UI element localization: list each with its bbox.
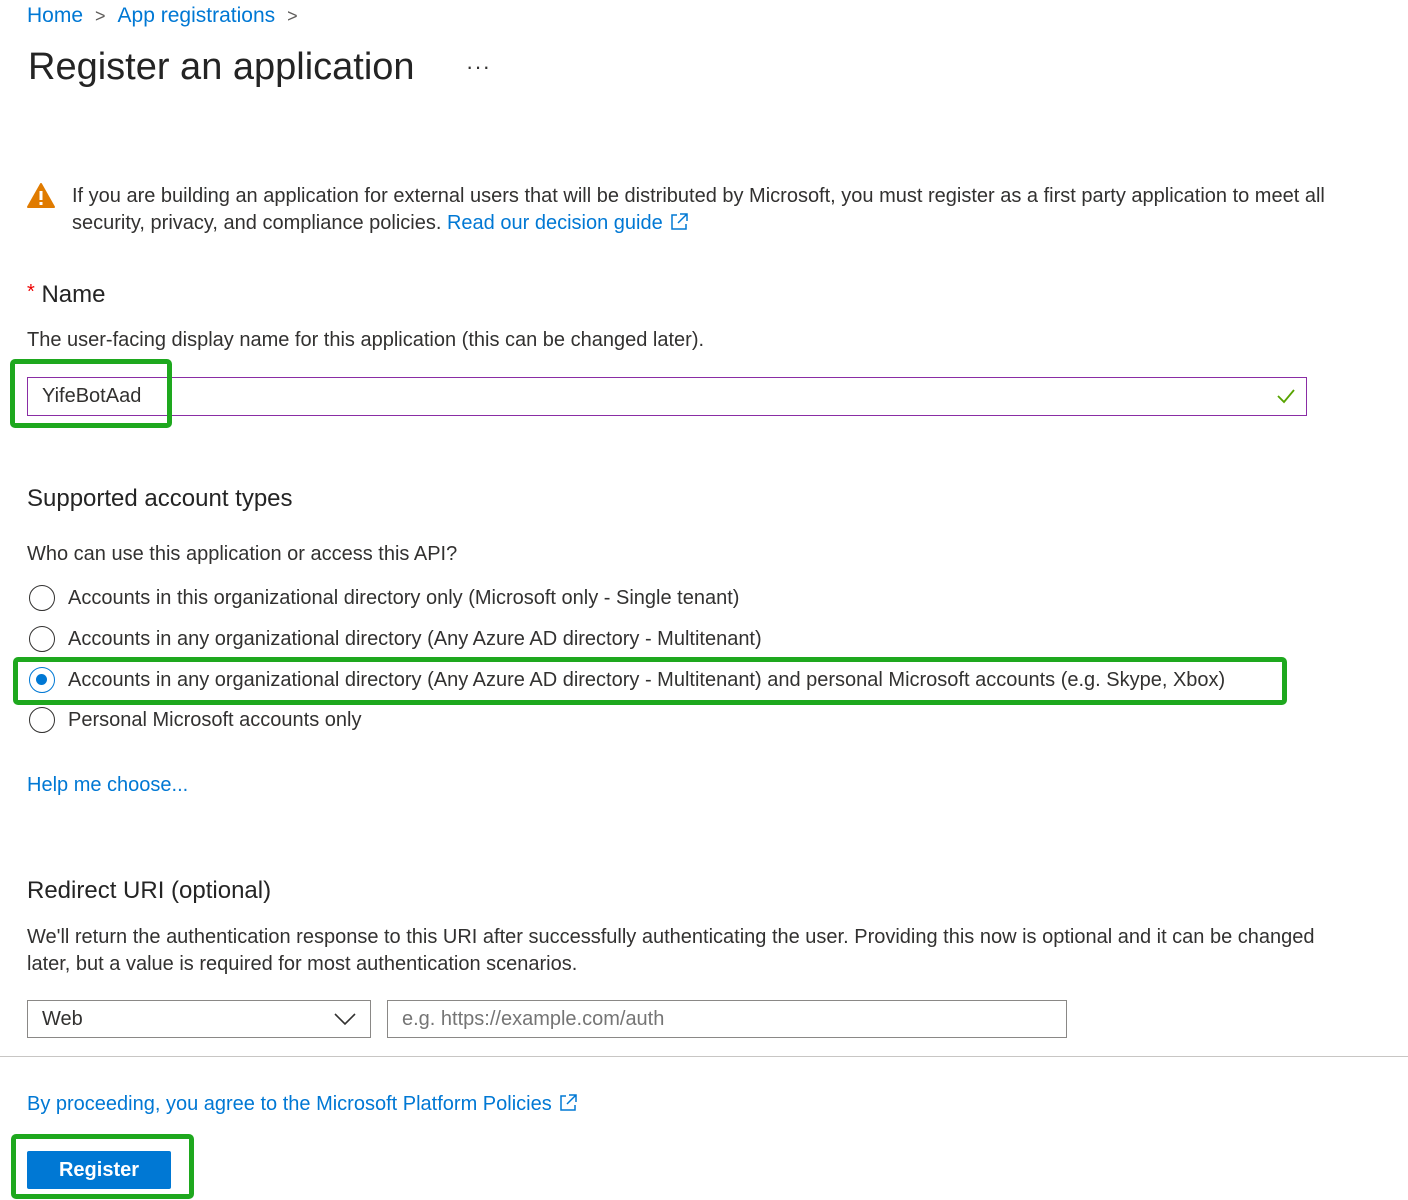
radio-label: Accounts in any organizational directory… (68, 627, 762, 650)
account-types-heading: Supported account types (27, 485, 293, 512)
chevron-down-icon (334, 1013, 356, 1026)
radio-circle[interactable] (29, 585, 55, 611)
name-label: * Name (27, 281, 106, 309)
radio-circle[interactable] (29, 707, 55, 733)
platform-policies-label: By proceeding, you agree to the Microsof… (27, 1093, 552, 1115)
breadcrumb-home[interactable]: Home (27, 4, 83, 28)
redirect-description: We'll return the authentication response… (27, 926, 1315, 975)
platform-value: Web (42, 1007, 83, 1030)
required-mark: * (27, 281, 35, 303)
radio-single-tenant[interactable]: Accounts in this organizational director… (29, 585, 739, 611)
platform-select[interactable]: Web (27, 1000, 371, 1038)
external-link-icon (670, 213, 688, 230)
more-options-button[interactable]: ··· (466, 54, 491, 80)
name-label-text: Name (41, 281, 106, 308)
radio-personal-only[interactable]: Personal Microsoft accounts only (29, 707, 361, 733)
account-types-question: Who can use this application or access t… (27, 543, 458, 565)
warning-message: If you are building an application for e… (72, 183, 1332, 237)
name-description: The user-facing display name for this ap… (27, 329, 705, 351)
redirect-uri-input[interactable] (387, 1000, 1067, 1038)
chevron-right-icon: > (95, 5, 106, 26)
breadcrumb-app-registrations[interactable]: App registrations (118, 4, 276, 28)
name-input[interactable]: YifeBotAad (27, 377, 1307, 416)
account-type-highlight (13, 657, 1287, 705)
radio-circle[interactable] (29, 626, 55, 652)
warning-text: If you are building an application for e… (72, 185, 1325, 234)
checkmark-icon (1277, 389, 1295, 404)
radio-label: Personal Microsoft accounts only (68, 708, 362, 731)
decision-guide-link[interactable]: Read our decision guide (447, 212, 689, 234)
name-highlight (10, 359, 172, 428)
register-highlight (11, 1134, 194, 1199)
help-me-choose-link[interactable]: Help me choose... (27, 774, 188, 797)
radio-multitenant[interactable]: Accounts in any organizational directory… (29, 626, 762, 652)
platform-policies-link[interactable]: By proceeding, you agree to the Microsof… (27, 1093, 578, 1116)
page-title: Register an application (28, 46, 415, 88)
redirect-heading: Redirect URI (optional) (27, 877, 272, 904)
radio-label: Accounts in this organizational director… (68, 586, 740, 609)
external-link-icon (559, 1094, 577, 1111)
footer-divider (0, 1056, 1408, 1057)
warning-icon (27, 183, 55, 208)
breadcrumb: Home > App registrations > (27, 4, 298, 28)
chevron-right-icon: > (287, 5, 298, 26)
decision-guide-label: Read our decision guide (446, 212, 663, 234)
